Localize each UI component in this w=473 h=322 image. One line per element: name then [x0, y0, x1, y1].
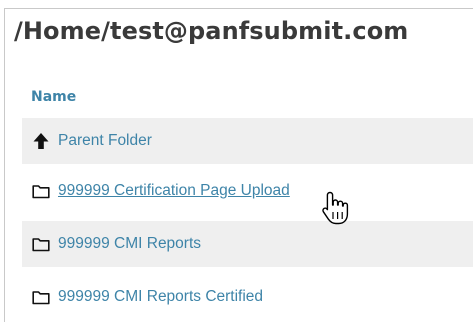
list-item-folder[interactable]: 999999 CMI Reports: [22, 221, 473, 267]
list-item-folder[interactable]: 999999 Certification Page Upload: [22, 168, 473, 214]
hand-pointer-icon: [320, 190, 352, 226]
arrow-up-icon: [32, 132, 50, 150]
folder-icon: [32, 182, 50, 200]
list-item-parent-folder[interactable]: Parent Folder: [22, 118, 473, 164]
list-item-label[interactable]: 999999 CMI Reports: [58, 235, 201, 253]
folder-icon: [32, 235, 50, 253]
column-header-name[interactable]: Name: [31, 89, 76, 105]
list-item-label[interactable]: 999999 Certification Page Upload: [58, 182, 290, 200]
list-item-label[interactable]: Parent Folder: [58, 132, 152, 150]
folder-icon: [32, 288, 50, 306]
list-item-folder[interactable]: 999999 CMI Reports Certified: [22, 274, 473, 320]
page-title: /Home/test@panfsubmit.com: [14, 17, 409, 45]
list-item-label[interactable]: 999999 CMI Reports Certified: [58, 288, 263, 306]
